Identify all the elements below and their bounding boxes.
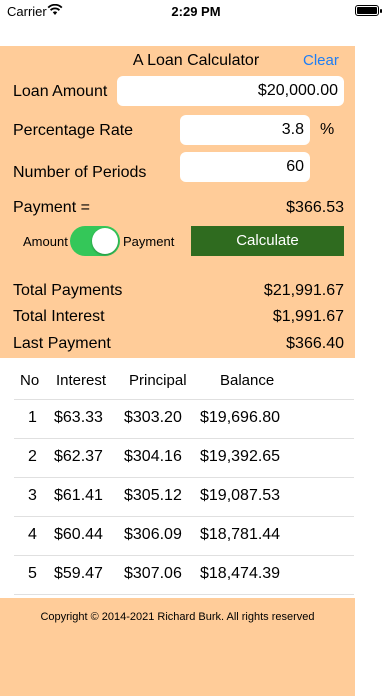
row-interest: $62.37 — [54, 448, 103, 465]
total-interest-value: $1,991.67 — [272, 308, 344, 325]
toggle-amount-label: Amount — [23, 234, 68, 249]
row-balance: $18,781.44 — [200, 526, 281, 543]
payment-label: Payment = — [13, 199, 90, 216]
clear-button[interactable]: Clear — [303, 52, 339, 69]
copyright-text: Copyright © 2014-2021 Richard Burk. All … — [40, 611, 315, 623]
table-row[interactable]: 1 $63.33 $303.20 $19,696.80 — [14, 399, 354, 439]
row-number: 2 — [28, 448, 37, 465]
row-principal: $307.06 — [124, 565, 182, 582]
total-interest-label: Total Interest — [13, 308, 105, 325]
row-interest: $59.47 — [54, 565, 103, 582]
last-payment-label: Last Payment — [13, 335, 111, 352]
table-row[interactable]: 4 $60.44 $306.09 $18,781.44 — [14, 516, 354, 556]
table-row[interactable]: 3 $61.41 $305.12 $19,087.53 — [14, 477, 354, 517]
periods-field[interactable]: 60 — [180, 152, 310, 182]
status-bar: Carrier 2:29 PM — [0, 0, 392, 22]
row-principal: $305.12 — [124, 487, 182, 504]
clock: 2:29 PM — [171, 4, 221, 19]
row-balance: $19,392.65 — [200, 448, 281, 465]
row-interest: $63.33 — [54, 409, 103, 426]
row-interest: $61.41 — [54, 487, 103, 504]
row-balance: $19,696.80 — [200, 409, 281, 426]
row-balance: $18,474.39 — [200, 565, 281, 582]
table-row[interactable]: 5 $59.47 $307.06 $18,474.39 — [14, 555, 354, 595]
row-number: 4 — [28, 526, 37, 543]
row-principal: $303.20 — [124, 409, 182, 426]
table-header-row — [14, 360, 354, 400]
toggle-payment-label: Payment — [123, 234, 175, 249]
periods-label: Number of Periods — [13, 164, 147, 181]
toggle-knob — [92, 228, 118, 254]
rate-field[interactable]: 3.8 — [180, 115, 310, 145]
loan-amount-label: Loan Amount — [13, 83, 108, 100]
row-principal: $304.16 — [124, 448, 182, 465]
row-interest: $60.44 — [54, 526, 103, 543]
percent-symbol: % — [320, 121, 335, 138]
calculate-button[interactable]: Calculate — [191, 226, 344, 256]
row-number: 1 — [28, 409, 37, 426]
row-number: 3 — [28, 487, 37, 504]
total-payments-label: Total Payments — [13, 282, 123, 299]
row-number: 5 — [28, 565, 37, 582]
rate-label: Percentage Rate — [13, 122, 134, 139]
loan-amount-field[interactable]: $20,000.00 — [117, 76, 344, 106]
total-payments-value: $21,991.67 — [263, 282, 344, 299]
payment-value: $366.53 — [286, 199, 344, 216]
table-row[interactable]: 2 $62.37 $304.16 $19,392.65 — [14, 438, 354, 478]
footer: Copyright © 2014-2021 Richard Burk. All … — [0, 598, 355, 696]
row-principal: $306.09 — [124, 526, 182, 543]
last-payment-value: $366.40 — [286, 335, 344, 352]
amount-payment-toggle[interactable] — [70, 226, 120, 256]
row-balance: $19,087.53 — [200, 487, 281, 504]
battery-icon — [355, 5, 382, 16]
